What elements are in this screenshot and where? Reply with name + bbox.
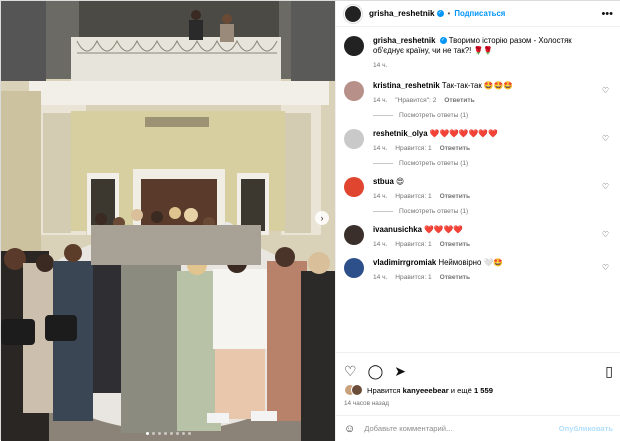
comment-like-icon[interactable]: ♡	[602, 230, 609, 239]
comment-likes[interactable]: Нравится: 1	[395, 274, 431, 281]
comment-username[interactable]: ivaanusichka	[373, 225, 422, 234]
comment-username[interactable]: vladimirrgromiak	[373, 258, 436, 267]
emoji-icon[interactable]: ☺	[344, 423, 355, 435]
carousel-dot	[163, 432, 167, 435]
comment-username[interactable]: stbua	[373, 177, 394, 186]
comment-likes[interactable]: Нравится: 1	[395, 193, 431, 200]
comment-username[interactable]: kristina_reshetnik	[373, 81, 440, 90]
commenter-avatar[interactable]	[344, 177, 364, 197]
author-username[interactable]: grisha_reshetnik	[369, 9, 435, 18]
view-replies-button[interactable]: Посмотреть ответы (1)	[373, 112, 613, 119]
likes-middle: и ещё	[450, 385, 472, 395]
verified-badge-icon: ✓	[439, 37, 447, 45]
verified-badge-icon: ✓	[436, 10, 444, 17]
next-photo-button[interactable]: ›	[315, 211, 329, 225]
comment-item: reshetnik_olya ❤️❤️❤️❤️❤️❤️❤️ 14 ч. Нрав…	[344, 129, 613, 167]
carousel-dot	[151, 432, 155, 435]
post-time: 14 часов назад	[344, 400, 389, 407]
reply-button[interactable]: Ответить	[440, 274, 470, 281]
comment-text: ❤️❤️❤️❤️	[424, 225, 463, 234]
comment-container: kristina_reshetnik Так-так-так 🤩🤩🤩 14 ч.…	[344, 81, 613, 281]
post-photo[interactable]: ›	[1, 1, 335, 441]
liker-username[interactable]: kanyeeebear	[403, 386, 449, 395]
caption-time: 14 ч.	[373, 62, 388, 69]
view-replies-button[interactable]: Посмотреть ответы (1)	[373, 160, 613, 167]
comment-like-icon[interactable]: ♡	[602, 263, 609, 272]
chevron-right-icon: ›	[320, 213, 324, 223]
comments-list[interactable]: grisha_reshetnik ✓ Творимо історію разом…	[336, 28, 620, 351]
author-avatar[interactable]	[344, 4, 362, 23]
comment-username[interactable]: grisha_reshetnik	[373, 36, 435, 45]
carousel-dot	[187, 432, 191, 435]
comment-like-icon[interactable]: ♡	[602, 86, 609, 95]
post-side-panel: grisha_reshetnik ✓ • Подписаться ••• gri…	[335, 1, 620, 441]
post-header: grisha_reshetnik ✓ • Подписаться •••	[336, 1, 620, 27]
author-avatar[interactable]	[344, 36, 364, 56]
comment-time: 14 ч.	[373, 193, 388, 200]
post-dialog: › grisha_reshetnik ✓ • Подписаться ••• g…	[0, 0, 620, 441]
comment-icon[interactable]: ◯	[368, 363, 384, 380]
comment-time: 14 ч.	[373, 145, 388, 152]
reply-button[interactable]: Ответить	[440, 145, 470, 152]
post-actions: ♡ ◯ ➤ ▯ Нравится kanyeeebear и ещё 1 559…	[336, 352, 620, 407]
comment-time: 14 ч.	[373, 97, 388, 104]
comment-username[interactable]: reshetnik_olya	[373, 129, 428, 138]
comment-item: ivaanusichka ❤️❤️❤️❤️ 14 ч. Нравится: 1 …	[344, 225, 613, 248]
more-icon[interactable]: •••	[601, 8, 613, 20]
publish-button[interactable]: Опубликовать	[559, 424, 613, 433]
reply-button[interactable]: Ответить	[440, 193, 470, 200]
carousel-dot	[169, 432, 173, 435]
commenter-avatar[interactable]	[344, 81, 364, 101]
liker-avatar[interactable]	[351, 384, 363, 396]
heart-icon[interactable]: ♡	[344, 363, 357, 380]
comment-text: ❤️❤️❤️❤️❤️❤️❤️	[429, 129, 498, 138]
comment-input[interactable]	[364, 424, 559, 433]
comment-text: Неймовірно 🤍🤩	[438, 258, 503, 267]
carousel-dots	[1, 432, 335, 435]
carousel-dot	[175, 432, 179, 435]
caption-emoji: 🌹🌹	[473, 46, 493, 55]
header-separator: •	[447, 9, 451, 18]
comment-item: vladimirrgromiak Неймовірно 🤍🤩 14 ч. Нра…	[344, 258, 613, 281]
commenter-avatar[interactable]	[344, 129, 364, 149]
comment-likes[interactable]: Нравится: 1	[395, 241, 431, 248]
carousel-dot	[157, 432, 161, 435]
commenter-avatar[interactable]	[344, 225, 364, 245]
comment-time: 14 ч.	[373, 274, 388, 281]
comment-item: stbua 😍 14 ч. Нравится: 1 Ответить ♡ Пос…	[344, 177, 613, 215]
comment-text: Так-так-так 🤩🤩🤩	[441, 81, 514, 90]
carousel-dot	[181, 432, 185, 435]
group-photo-illustration	[1, 1, 335, 441]
commenter-avatar[interactable]	[344, 258, 364, 278]
reply-button[interactable]: Ответить	[444, 97, 474, 104]
comment-text: 😍	[395, 177, 405, 186]
reply-button[interactable]: Ответить	[440, 241, 470, 248]
likes-line: Нравится kanyeeebear и ещё 1 559	[344, 384, 613, 396]
share-icon[interactable]: ➤	[394, 363, 406, 380]
view-replies-button[interactable]: Посмотреть ответы (1)	[373, 208, 613, 215]
bookmark-icon[interactable]: ▯	[605, 363, 613, 380]
likes-count[interactable]: 1 559	[474, 386, 493, 395]
caption-item: grisha_reshetnik ✓ Творимо історію разом…	[344, 36, 613, 69]
follow-button[interactable]: Подписаться	[454, 9, 505, 18]
comment-item: kristina_reshetnik Так-так-так 🤩🤩🤩 14 ч.…	[344, 81, 613, 119]
comment-like-icon[interactable]: ♡	[602, 182, 609, 191]
add-comment-bar: ☺ Опубликовать	[336, 415, 620, 441]
carousel-dot	[145, 432, 149, 435]
comment-likes[interactable]: Нравится: 1	[395, 145, 431, 152]
likes-prefix: Нравится	[367, 385, 401, 395]
comment-like-icon[interactable]: ♡	[602, 134, 609, 143]
comment-likes[interactable]: "Нравится": 2	[395, 97, 436, 104]
comment-time: 14 ч.	[373, 241, 388, 248]
